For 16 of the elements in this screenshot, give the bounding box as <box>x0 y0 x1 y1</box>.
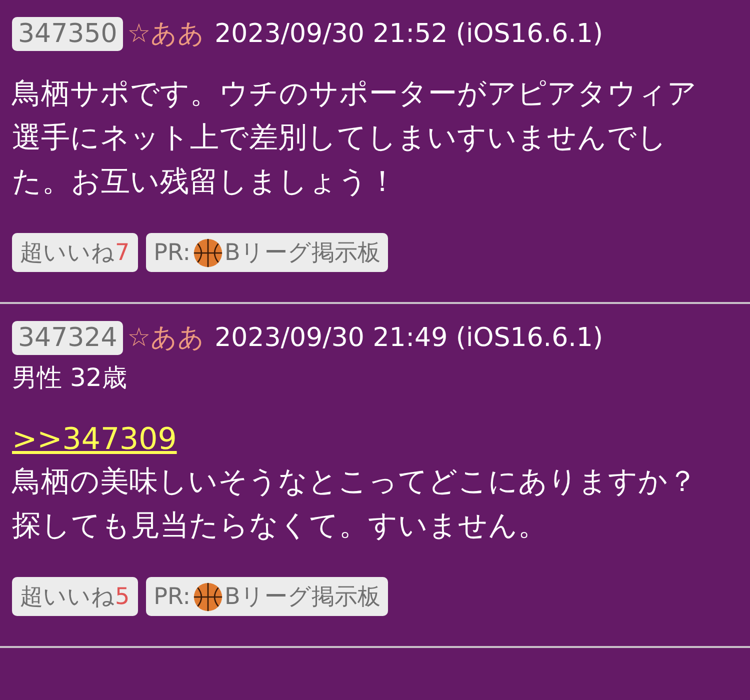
poster-name: ☆ああ <box>127 18 205 51</box>
pr-link-button[interactable]: PR: Bリーグ掲示板 <box>146 233 388 272</box>
poster-profile: 男性 32歳 <box>12 362 128 394</box>
poster-name: ☆ああ <box>127 322 205 355</box>
post-date: 2023/09/30 21:52 (iOS16.6.1) <box>214 18 604 48</box>
pr-link-button[interactable]: PR: Bリーグ掲示板 <box>146 577 388 616</box>
reply-link[interactable]: >>347309 <box>12 422 177 457</box>
post-date: 2023/09/30 21:49 (iOS16.6.1) <box>214 322 604 352</box>
basketball-icon <box>192 238 223 268</box>
super-like-button[interactable]: 超いいね7 <box>12 233 138 272</box>
basketball-icon <box>192 582 223 612</box>
post-body: 鳥栖サポです。ウチのサポーターがアピアタウィア選手にネット上で差別してしまいすいませんでした。お互い残留しましょう！ <box>12 75 698 200</box>
super-like-button[interactable]: 超いいね5 <box>12 577 138 616</box>
post-number[interactable]: 347350 <box>12 16 124 50</box>
post-number[interactable]: 347324 <box>12 320 124 354</box>
post-body: 鳥栖の美味しいそうなとこってどこにありますか？探しても見当たらなくて。すいません。 <box>12 463 698 544</box>
